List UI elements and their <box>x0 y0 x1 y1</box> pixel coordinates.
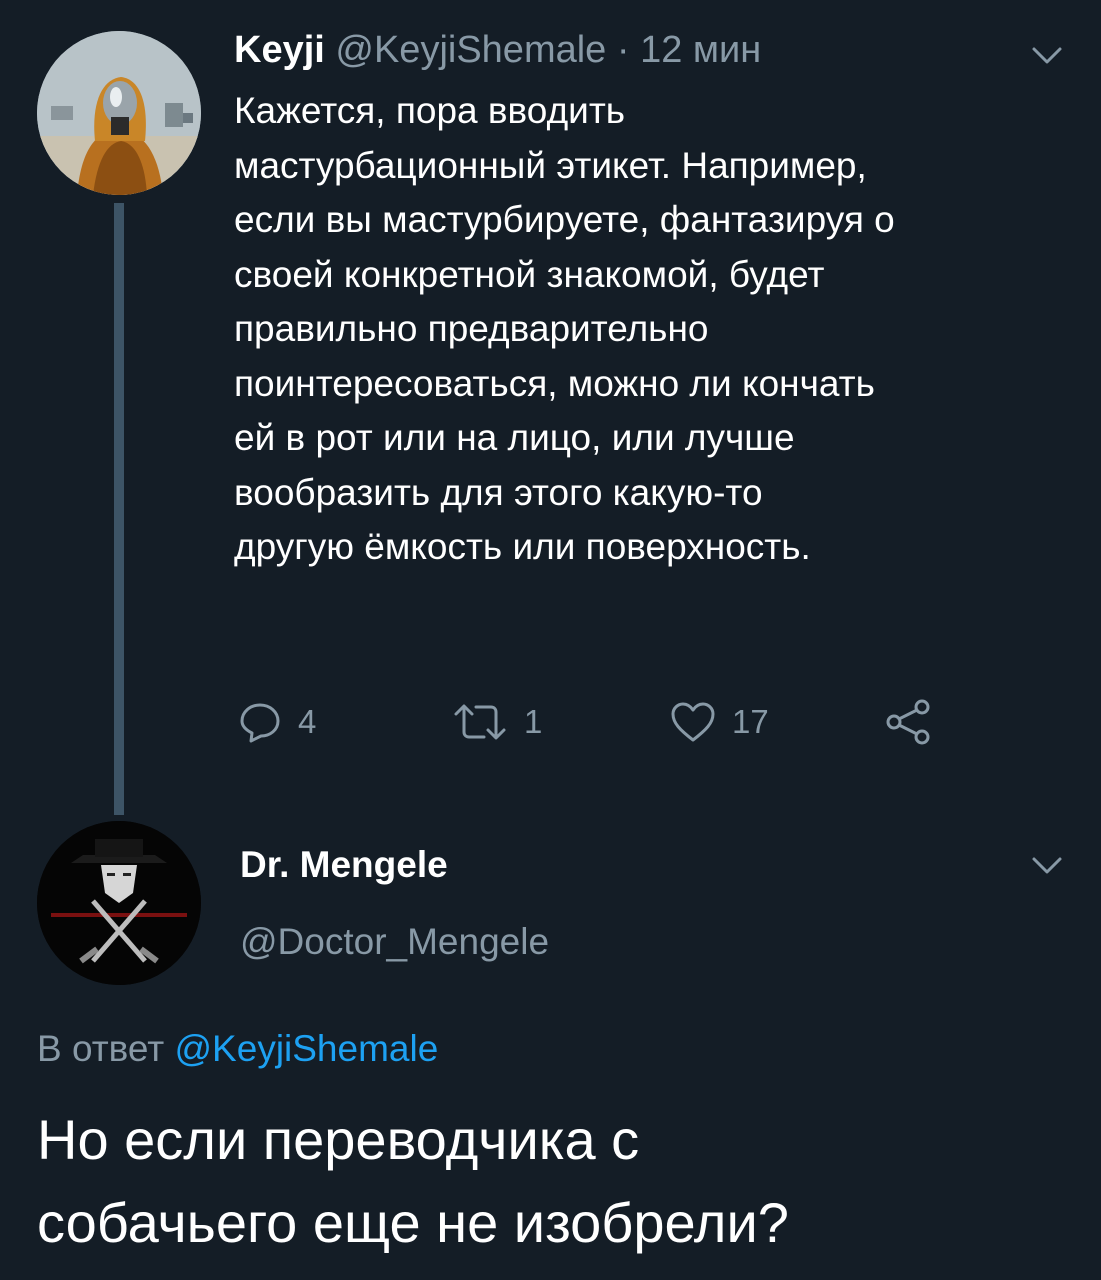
header-separator: · <box>616 29 630 71</box>
retweet-count: 1 <box>524 703 543 740</box>
reply-button[interactable]: 4 <box>238 697 316 747</box>
like-button[interactable]: 17 <box>670 697 769 747</box>
retweet-icon <box>454 704 506 740</box>
tweet-text-line: правильно предварительно <box>234 308 709 349</box>
author-name[interactable]: Keyji <box>234 29 325 71</box>
chevron-down-icon[interactable] <box>1031 46 1063 66</box>
tweet-text-line: если вы мастурбируете, фантазируя о <box>234 199 895 240</box>
tweet-text-line: другую ёмкость или поверхность. <box>234 526 811 567</box>
heart-icon <box>671 702 715 742</box>
share-button[interactable] <box>884 697 932 747</box>
tweet-text-line: мастурбационный этикет. Например, <box>234 144 867 186</box>
tweet-text-line: своей конкретной знакомой, будет <box>234 253 825 295</box>
avatar-keyji[interactable] <box>37 31 201 195</box>
reply-author-name[interactable]: Dr. Mengele <box>240 841 448 889</box>
reply-text-line: Но если переводчика с <box>37 1108 640 1171</box>
retweet-button[interactable]: 1 <box>452 697 542 747</box>
avatar-image <box>37 821 201 985</box>
avatar-image <box>37 31 201 195</box>
tweet-header: Keyji @KeyjiShemale · 12 мин <box>234 26 761 74</box>
tweet-text-line: вообразить для этого какую-то <box>234 471 763 513</box>
thread-line <box>114 203 124 815</box>
tweet-text-line: Кажется, пора вводить <box>234 90 626 131</box>
reply-text-line: собачьего еще не изобрели? <box>37 1191 789 1254</box>
reply-icon <box>240 703 280 743</box>
tweet-time[interactable]: 12 мин <box>640 29 761 71</box>
reply-author-handle[interactable]: @Doctor_Mengele <box>240 918 549 966</box>
reply-count: 4 <box>298 703 317 740</box>
tweet-text-line: ей в рот или на лицо, или лучше <box>234 417 795 458</box>
avatar-mengele[interactable] <box>37 821 201 985</box>
reply-to-handle-link[interactable]: @KeyjiShemale <box>175 1028 439 1069</box>
reply-tweet-text: Но если переводчика с собачьего еще не и… <box>37 1098 1077 1264</box>
tweet-text: Кажется, пора вводить мастурбационный эт… <box>234 84 1064 575</box>
author-handle[interactable]: @KeyjiShemale <box>335 29 606 71</box>
chevron-down-icon[interactable] <box>1031 856 1063 876</box>
share-icon <box>886 699 930 745</box>
like-count: 17 <box>732 703 769 740</box>
tweet-text-line: поинтересоваться, можно ли кончать <box>234 362 875 404</box>
reply-to-context: В ответ @KeyjiShemale <box>37 1025 438 1073</box>
reply-to-prefix: В ответ <box>37 1028 165 1069</box>
